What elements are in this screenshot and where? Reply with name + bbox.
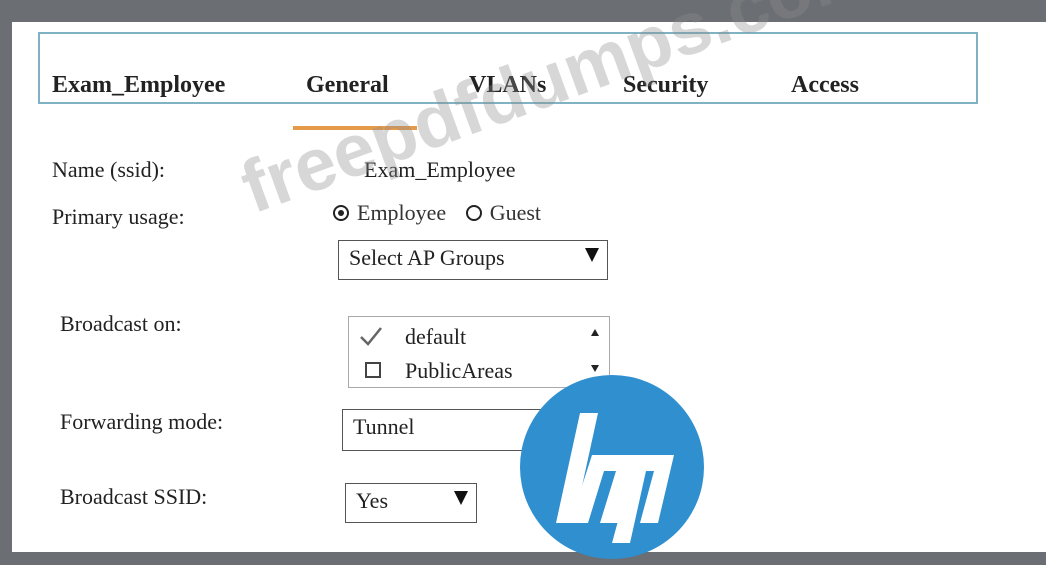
forwarding-mode-label: Forwarding mode: (60, 409, 224, 434)
tab-profile-name[interactable]: Exam_Employee (52, 72, 225, 99)
tab-general[interactable]: General (306, 72, 389, 99)
list-item-default[interactable]: default (349, 319, 574, 353)
active-tab-indicator (293, 126, 417, 130)
name-label: Name (ssid): (52, 157, 166, 182)
list-item-label: default (405, 324, 467, 349)
broadcast-ssid-select[interactable]: Yes (345, 483, 477, 523)
chevron-down-icon (454, 491, 468, 505)
hp-logo-icon (520, 375, 704, 559)
broadcast-on-label: Broadcast on: (60, 311, 182, 336)
radio-employee-label: Employee (357, 200, 447, 225)
check-icon (360, 327, 382, 346)
ap-groups-select[interactable]: Select AP Groups (338, 240, 608, 280)
primary-usage-label: Primary usage: (52, 204, 185, 229)
radio-guest[interactable]: Guest (465, 200, 542, 226)
name-value: Exam_Employee (364, 157, 516, 182)
scroll-up-icon[interactable] (591, 329, 599, 336)
primary-usage-radio-group: Employee Guest (333, 200, 555, 227)
broadcast-ssid-label: Broadcast SSID: (60, 484, 208, 509)
ap-groups-select-value: Select AP Groups (349, 245, 505, 270)
radio-employee[interactable]: Employee (333, 200, 446, 226)
broadcast-ssid-value: Yes (356, 488, 389, 513)
radio-unchecked-icon (465, 205, 482, 221)
tab-vlans[interactable]: VLANs (469, 72, 546, 99)
tab-access[interactable]: Access (791, 72, 859, 99)
radio-guest-label: Guest (489, 200, 542, 225)
list-item-label: PublicAreas (405, 358, 513, 383)
forwarding-mode-value: Tunnel (353, 414, 415, 439)
checkbox-icon (365, 362, 381, 378)
chevron-down-icon (585, 248, 599, 262)
tab-security[interactable]: Security (623, 72, 708, 99)
scroll-down-icon[interactable] (591, 365, 599, 372)
radio-checked-icon (333, 205, 349, 221)
